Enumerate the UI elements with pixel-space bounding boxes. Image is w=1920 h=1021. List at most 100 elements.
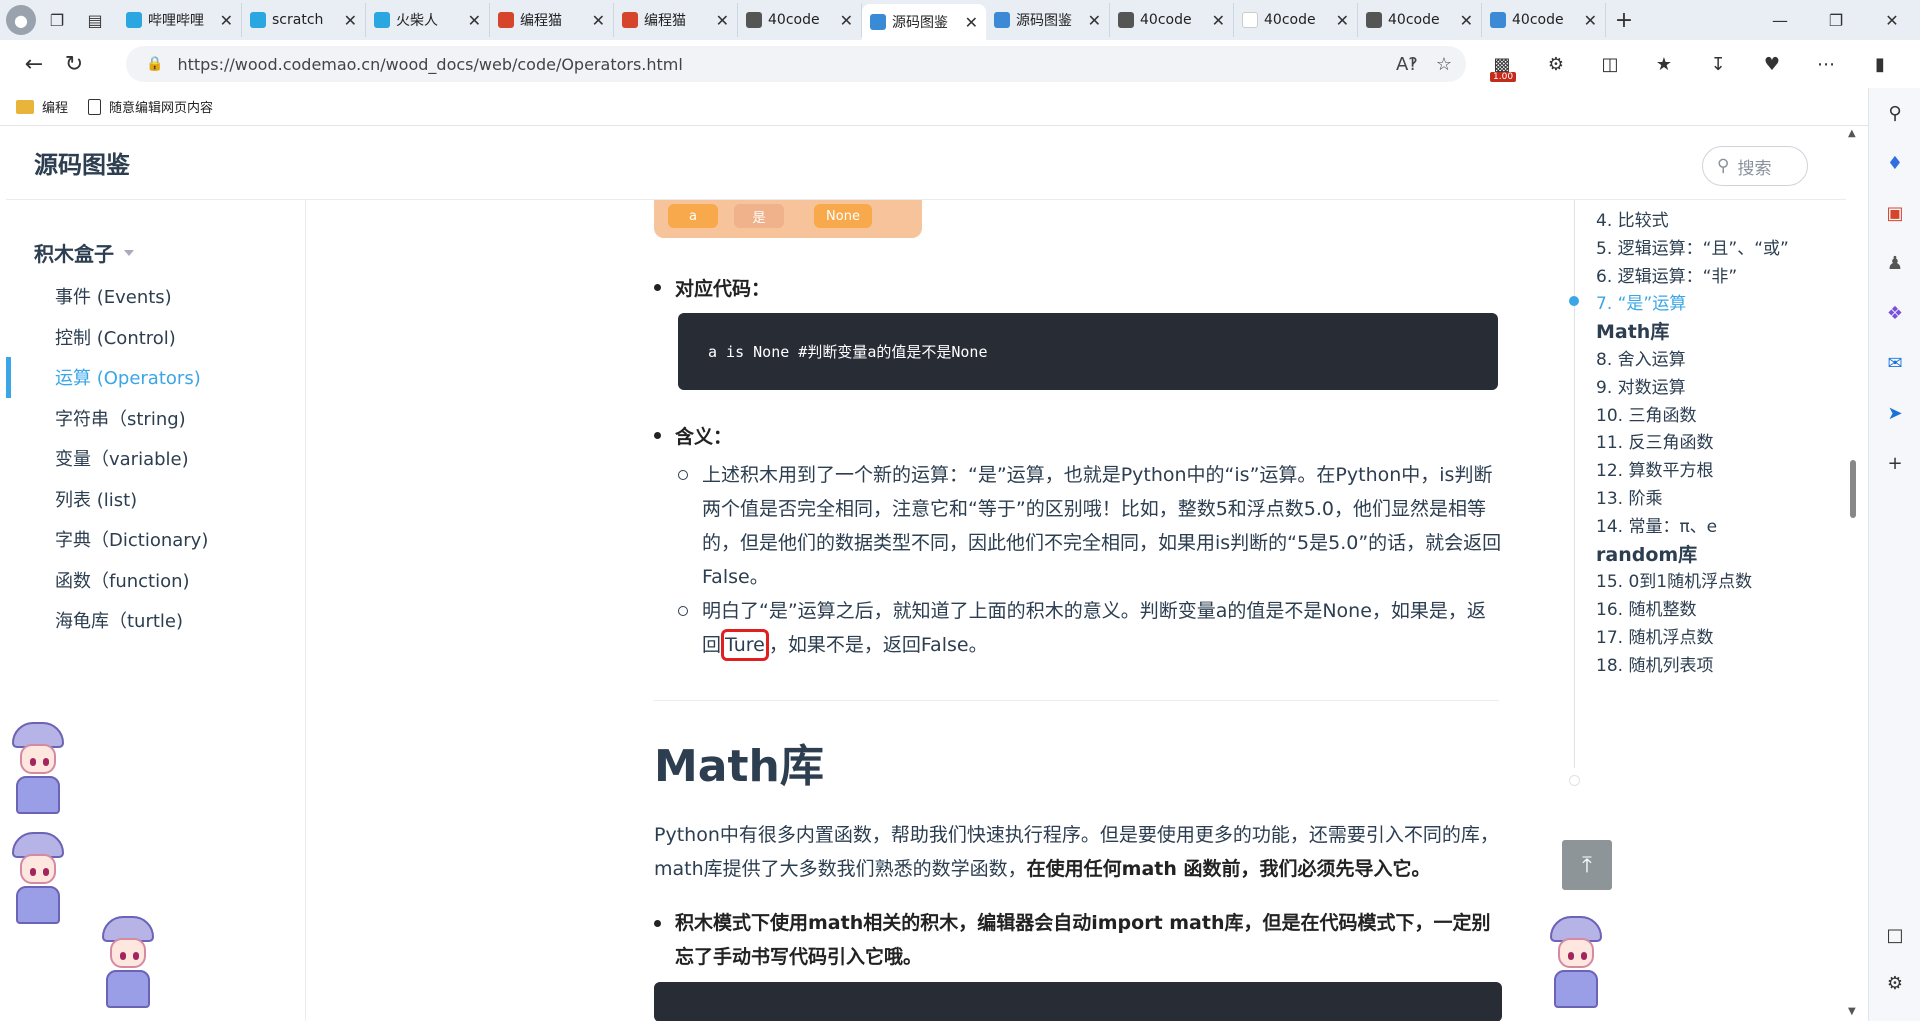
toc-item[interactable]: 10. 三角函数 — [1596, 401, 1696, 426]
tab-close-icon[interactable]: ✕ — [220, 11, 233, 30]
toc-heading[interactable]: random库 — [1596, 540, 1697, 567]
toc-item[interactable]: 7. “是”运算 — [1596, 289, 1686, 314]
profile-icon[interactable]: ● — [6, 5, 36, 35]
search-box[interactable]: ⚲ 搜索 — [1702, 146, 1808, 186]
toc-item[interactable]: 8. 舍入运算 — [1596, 345, 1686, 370]
browser-tab[interactable]: 编程猫 ✕ — [614, 3, 738, 37]
favorites-icon[interactable]: ★ — [1642, 44, 1686, 84]
minimize-icon[interactable]: — — [1752, 0, 1808, 40]
settings-gear-icon[interactable]: ⚙ — [1869, 958, 1920, 1008]
site-brand[interactable]: 源码图鉴 — [34, 145, 130, 180]
more-menu-icon[interactable]: ⋯ — [1804, 44, 1848, 84]
sidebar-item[interactable]: 函数（function) — [6, 560, 306, 601]
favorite-star-icon[interactable]: ☆ — [1436, 54, 1452, 75]
block-is: 是 — [734, 204, 784, 228]
sidebar-item[interactable]: 字典（Dictionary) — [6, 519, 306, 560]
toc-item[interactable]: 18. 随机列表项 — [1596, 651, 1713, 676]
sidebar-item[interactable]: 变量（variable) — [6, 438, 306, 479]
sidebar-item[interactable]: 列表 (list) — [6, 479, 306, 520]
toc-item[interactable]: 4. 比较式 — [1596, 206, 1669, 231]
sidebar-group-title[interactable]: 积木盒子 — [34, 238, 134, 267]
tab-favicon-icon — [250, 12, 266, 28]
extension-badge-icon[interactable]: ▩ 1.00 — [1480, 44, 1524, 84]
tab-close-icon[interactable]: ✕ — [1088, 11, 1101, 30]
tab-close-icon[interactable]: ✕ — [1460, 11, 1473, 30]
tab-close-icon[interactable]: ✕ — [344, 11, 357, 30]
sidebar-toggle-icon[interactable]: ▮ — [1858, 44, 1902, 84]
sidebar-item[interactable]: 控制 (Control) — [6, 317, 306, 358]
browser-tab[interactable]: 40code ✕ — [1482, 3, 1606, 37]
highlight-annotation: Ture — [721, 629, 769, 661]
block-image: a 是 None — [654, 200, 922, 238]
new-tab-button[interactable]: + — [1606, 3, 1642, 37]
back-to-top-button[interactable]: ⤒ — [1562, 840, 1612, 890]
shopping-tag-icon[interactable]: ♦ — [1869, 138, 1920, 188]
extensions-icon[interactable]: ⚙ — [1534, 44, 1578, 84]
copilot-icon[interactable]: ❖ — [1869, 288, 1920, 338]
toc-active-marker — [1569, 296, 1579, 307]
math-bullet: 积木模式下使用math相关的积木，编辑器会自动import math库，但是在代… — [654, 906, 1502, 974]
browser-essentials-icon[interactable]: ♥ — [1750, 44, 1794, 84]
bookmark-folder[interactable]: 编程 — [16, 97, 68, 116]
collections-icon[interactable]: ❐ — [40, 5, 74, 35]
toc-heading[interactable]: Math库 — [1596, 317, 1669, 344]
tab-close-icon[interactable]: ✕ — [592, 11, 605, 30]
tab-close-icon[interactable]: ✕ — [468, 11, 481, 30]
browser-tab[interactable]: 火柴人 ✕ — [366, 3, 490, 37]
toc-item[interactable]: 6. 逻辑运算：“非” — [1596, 262, 1737, 287]
scrollbar-thumb[interactable] — [1850, 460, 1856, 518]
back-button[interactable]: ← — [14, 44, 54, 84]
browser-tab[interactable]: 哔哩哔哩 ✕ — [118, 3, 242, 37]
lock-icon[interactable]: 🔒 — [146, 56, 163, 72]
tab-close-icon[interactable]: ✕ — [1212, 11, 1225, 30]
toc-item[interactable]: 5. 逻辑运算：“且”、“或” — [1596, 234, 1789, 259]
toc-item[interactable]: 11. 反三角函数 — [1596, 428, 1713, 453]
restore-icon[interactable]: ❐ — [1808, 0, 1864, 40]
toc-item[interactable]: 12. 算数平方根 — [1596, 456, 1713, 481]
browser-tab[interactable]: 40code ✕ — [738, 3, 862, 37]
browser-tab[interactable]: 40code ✕ — [1234, 3, 1358, 37]
scroll-down-arrow-icon[interactable]: ▼ — [1848, 1006, 1856, 1017]
browser-tab[interactable]: 编程猫 ✕ — [490, 3, 614, 37]
tab-close-icon[interactable]: ✕ — [840, 11, 853, 30]
split-screen-icon[interactable]: ◫ — [1588, 44, 1632, 84]
toc-item[interactable]: 9. 对数运算 — [1596, 373, 1686, 398]
sidebar-item[interactable]: 海龟库（turtle) — [6, 600, 306, 641]
toc-item[interactable]: 15. 0到1随机浮点数 — [1596, 567, 1752, 592]
code-block[interactable]: a is None #判断变量a的值是不是None — [678, 313, 1498, 390]
send-icon[interactable]: ➤ — [1869, 388, 1920, 438]
sidebar-item[interactable]: 运算 (Operators) — [6, 357, 306, 398]
toc-item[interactable]: 14. 常量：π、e — [1596, 512, 1717, 537]
refresh-button[interactable]: ↻ — [54, 44, 94, 84]
tab-close-icon[interactable]: ✕ — [1584, 11, 1597, 30]
tab-close-icon[interactable]: ✕ — [1336, 11, 1349, 30]
search-icon[interactable]: ⚲ — [1869, 88, 1920, 138]
toc-item[interactable]: 17. 随机浮点数 — [1596, 623, 1713, 648]
add-sidebar-app-icon[interactable]: + — [1869, 438, 1920, 488]
web-page: 源码图鉴 ⚲ 搜索 积木盒子 事件 (Events) 控制 (Control) 运算… — [6, 126, 1858, 1021]
browser-tab[interactable]: 40code ✕ — [1110, 3, 1234, 37]
toc-item[interactable]: 13. 阶乘 — [1596, 484, 1662, 509]
tools-icon[interactable]: ▣ — [1869, 188, 1920, 238]
url-field[interactable]: 🔒 https://wood.codemao.cn/wood_docs/web/… — [126, 46, 1466, 82]
browser-tab[interactable]: 源码图鉴 ✕ — [862, 4, 986, 40]
downloads-icon[interactable]: ↧ — [1696, 44, 1740, 84]
sidebar-item[interactable]: 事件 (Events) — [6, 276, 306, 317]
outlook-icon[interactable]: ✉ — [1869, 338, 1920, 388]
browser-tab[interactable]: 源码图鉴 ✕ — [986, 3, 1110, 37]
read-aloud-icon[interactable]: A‽ — [1396, 54, 1418, 75]
sidebar-item[interactable]: 字符串（string) — [6, 398, 306, 439]
scroll-up-arrow-icon[interactable]: ▲ — [1848, 128, 1856, 139]
bookmark-item[interactable]: 随意编辑网页内容 — [88, 97, 213, 116]
page-scrollbar[interactable]: ▲ ▼ — [1846, 126, 1860, 1021]
tab-close-icon[interactable]: ✕ — [965, 13, 978, 32]
browser-tab[interactable]: scratch ✕ — [242, 3, 366, 37]
code-block[interactable] — [654, 982, 1502, 1021]
screenshot-icon[interactable]: □ — [1869, 910, 1920, 960]
tab-actions-icon[interactable]: ▤ — [78, 5, 112, 35]
close-window-icon[interactable]: ✕ — [1864, 0, 1920, 40]
games-icon[interactable]: ♟ — [1869, 238, 1920, 288]
toc-item[interactable]: 16. 随机整数 — [1596, 595, 1696, 620]
browser-tab[interactable]: 40code ✕ — [1358, 3, 1482, 37]
tab-close-icon[interactable]: ✕ — [716, 11, 729, 30]
